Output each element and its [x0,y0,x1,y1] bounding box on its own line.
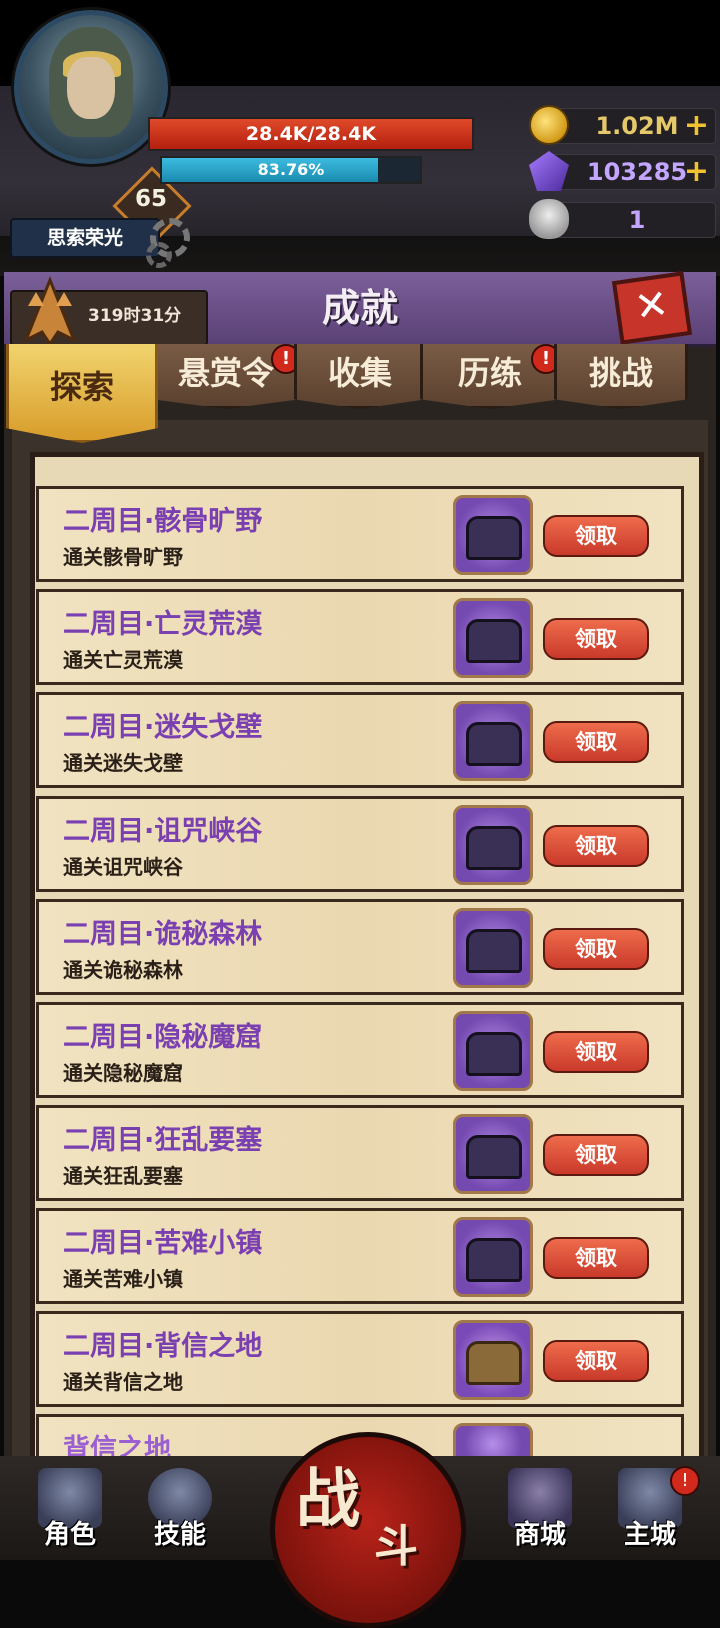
player-name: 思索荣光 [10,218,160,258]
chest-box [466,516,522,560]
player-avatar[interactable] [14,10,168,164]
chest-box [466,722,522,766]
list-item: 二周目·隐秘魔窟 通关隐秘魔窟 领取 [36,1002,684,1098]
achievement-title: 二周目·诡秘森林 [63,919,263,950]
nav-role-button[interactable]: 角色 [26,1468,114,1552]
tab-label: 历练 [457,354,522,392]
ram-skull-icon [529,199,569,239]
nav-city-button[interactable]: 主城 ! [606,1466,700,1552]
tab-collection[interactable]: 收集 [294,344,426,409]
achievement-title: 二周目·狂乱要塞 [63,1125,263,1156]
rank-up-arrow-icon [23,276,77,347]
achievement-title: 二周目·苦难小镇 [63,1228,263,1259]
claim-button[interactable]: 领取 [543,618,649,660]
achievement-desc: 通关亡灵荒漠 [63,648,183,672]
claim-button[interactable]: 领取 [543,1237,649,1279]
achievement-title: 二周目·骸骨旷野 [63,506,263,537]
gold-value: 1.02M [595,112,679,140]
hp-bar: 28.4K/28.4K [148,117,474,151]
list-item: 二周目·苦难小镇 通关苦难小镇 领取 [36,1208,684,1304]
chest-box [466,1238,522,1282]
list-item: 二周目·骸骨旷野 通关骸骨旷野 领取 [36,486,684,582]
purple-chest-icon[interactable] [453,805,533,885]
tab-label: 收集 [327,354,392,392]
chest-box [466,826,522,870]
add-gold-button[interactable]: + [684,109,709,143]
nav-label: 角色 [43,1520,96,1550]
achievement-desc: 通关骸骨旷野 [63,545,183,569]
gold-coin-icon [529,105,569,145]
achievement-title: 二周目·亡灵荒漠 [63,609,263,640]
close-button[interactable]: ✕ [611,271,693,345]
claim-button[interactable]: 领取 [543,515,649,557]
hp-text: 28.4K/28.4K [245,123,377,145]
achievement-desc: 通关苦难小镇 [63,1267,183,1291]
gem-currency: 103285 + [529,151,716,191]
purple-chest-icon[interactable] [453,1217,533,1297]
claim-button[interactable]: 领取 [543,721,649,763]
achievement-title: 二周目·迷失戈壁 [63,712,263,743]
gold-chest-icon[interactable] [453,1320,533,1400]
tab-label: 悬赏令 [177,354,274,392]
battle-label-2: 斗 [374,1521,418,1572]
add-gem-button[interactable]: + [684,155,709,189]
claim-button[interactable]: 领取 [543,825,649,867]
list-item: 二周目·迷失戈壁 通关迷失戈壁 领取 [36,692,684,788]
nav-label: 技能 [153,1520,206,1550]
panel-title: 成就 [321,286,398,330]
purple-chest-icon[interactable] [453,908,533,988]
list-item: 二周目·狂乱要塞 通关狂乱要塞 领取 [36,1105,684,1201]
purple-chest-icon[interactable] [453,598,533,678]
achievement-title: 二周目·隐秘魔窟 [63,1022,263,1053]
achievement-desc: 通关诡秘森林 [63,958,183,982]
achievement-title: 二周目·诅咒峡谷 [63,816,263,847]
claim-button[interactable]: 领取 [543,928,649,970]
chest-box [466,929,522,973]
city-alert-icon: ! [670,1466,700,1496]
chest-box [466,1032,522,1076]
claim-button[interactable]: 领取 [543,1031,649,1073]
achievement-desc: 通关背信之地 [63,1370,183,1394]
tab-training[interactable]: 历练 ! [420,344,560,409]
player-level: 65 [134,186,167,212]
list-item: 二周目·诅咒峡谷 通关诅咒峡谷 领取 [36,796,684,892]
small-gear-icon [146,242,172,268]
purple-chest-icon[interactable] [453,701,533,781]
nav-label: 商城 [513,1520,566,1550]
battle-label-1: 战 [296,1463,360,1537]
claim-button[interactable]: 领取 [543,1134,649,1176]
purple-chest-icon[interactable] [453,1114,533,1194]
achievement-desc: 通关迷失戈壁 [63,751,183,775]
achievement-desc: 通关隐秘魔窟 [63,1061,183,1085]
tab-label: 挑战 [588,354,653,392]
gem-value: 103285 [586,158,688,186]
chest-box [466,1135,522,1179]
tab-explore[interactable]: 探索 [6,344,158,443]
timer-text: 319时31分 [88,306,182,326]
achievement-desc: 通关诅咒峡谷 [63,855,183,879]
nav-skill-button[interactable]: 技能 [136,1468,224,1552]
xp-bar: 83.76% [160,156,422,184]
tab-label: 探索 [49,368,114,406]
nav-shop-button[interactable]: 商城 [496,1468,584,1552]
chest-box [466,619,522,663]
purple-chest-icon[interactable] [453,495,533,575]
tab-bounty[interactable]: 悬赏令 ! [152,344,300,409]
nav-label: 主城 [623,1520,676,1550]
achievement-title: 二周目·背信之地 [63,1331,263,1362]
xp-text: 83.76% [257,160,325,179]
list-item: 二周目·亡灵荒漠 通关亡灵荒漠 领取 [36,589,684,685]
ticket-value: 1 [628,206,646,234]
list-item: 二周目·诡秘森林 通关诡秘森林 领取 [36,899,684,995]
gold-currency: 1.02M + [529,105,716,145]
avatar-face [67,57,115,119]
tab-challenge[interactable]: 挑战 [554,344,688,409]
achievement-desc: 通关狂乱要塞 [63,1164,183,1188]
chest-box [466,1341,522,1385]
purple-chest-icon[interactable] [453,1011,533,1091]
claim-button[interactable]: 领取 [543,1340,649,1382]
ticket-currency: 1 [529,199,716,239]
list-item: 二周目·背信之地 通关背信之地 领取 [36,1311,684,1407]
